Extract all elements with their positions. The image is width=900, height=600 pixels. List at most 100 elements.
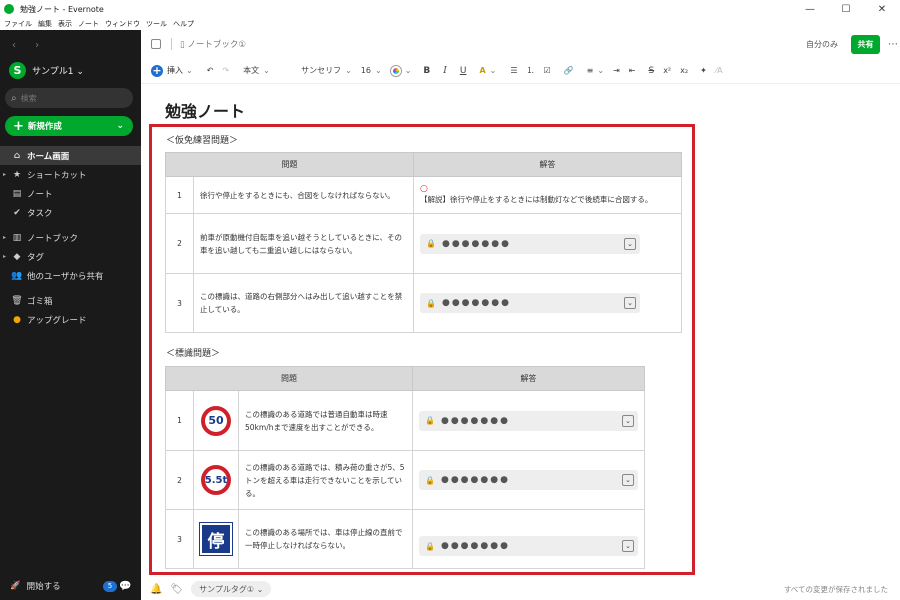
- more-icon[interactable]: ⋯: [888, 39, 898, 50]
- sidebar-item-upgrade[interactable]: ● アップグレード: [0, 310, 141, 329]
- chat-icon[interactable]: 💬: [119, 581, 131, 592]
- sidebar-item-tasks[interactable]: ✔ タスク: [0, 203, 141, 222]
- encrypted-answer[interactable]: 🔒 ●●●●●●● ⌄: [419, 536, 638, 556]
- minimize-icon[interactable]: —: [792, 0, 828, 18]
- strikethrough-button[interactable]: S: [648, 66, 654, 76]
- table-row: 1 50 この標識のある道路では普通自動車は時速50km/hまで速度を出すことが…: [165, 390, 645, 451]
- answer-cell: ○ 【解説】徐行や停止をするときには制動灯などで後続車に合図する。: [413, 176, 682, 214]
- chevron-down-icon[interactable]: ⌄: [622, 540, 634, 552]
- sidebar-nav-tertiary: 🗑 ゴミ箱 ● アップグレード: [0, 291, 141, 329]
- nav-arrows[interactable]: ‹ ›: [12, 40, 47, 51]
- underline-button[interactable]: U: [460, 66, 467, 76]
- menu-window[interactable]: ウィンドウ: [105, 19, 140, 29]
- font-family-select[interactable]: サンセリフ: [301, 65, 352, 76]
- encrypted-answer[interactable]: 🔒 ●●●●●●● ⌄: [419, 470, 638, 490]
- sign-table: 問題 解答 1 50 この標識のある道路では普通自動車は時速50km/hまで速度…: [165, 366, 645, 569]
- note-header: ▯ ノートブック① 自分のみ 共有 ⋯: [141, 30, 900, 58]
- sidebar-item-tags[interactable]: ▸ ◆ タグ: [0, 247, 141, 266]
- caret-right-icon[interactable]: ▸: [3, 171, 6, 178]
- encrypted-answer[interactable]: 🔒 ●●●●●●● ⌄: [419, 410, 638, 431]
- bullet-list-icon[interactable]: ☰: [510, 66, 517, 75]
- sharing-status[interactable]: 自分のみ: [806, 39, 838, 50]
- sidebar-item-label: ホーム画面: [27, 151, 70, 162]
- highlight-button[interactable]: A: [479, 66, 496, 75]
- sidebar-item-shortcuts[interactable]: ▸ ★ ショートカット: [0, 165, 141, 184]
- account-switcher[interactable]: S サンプル1 ⌄: [9, 62, 84, 79]
- caret-right-icon[interactable]: ▸: [3, 253, 6, 260]
- sidebar-item-label: ノートブック: [27, 233, 79, 244]
- sidebar-item-trash[interactable]: 🗑 ゴミ箱: [0, 291, 141, 310]
- tag-chip[interactable]: サンプルタグ① ⌄: [191, 581, 272, 597]
- bold-button[interactable]: B: [423, 66, 430, 76]
- menu-tools[interactable]: ツール: [146, 19, 167, 29]
- chevron-down-icon[interactable]: ⌄: [622, 414, 634, 427]
- maximize-icon[interactable]: ☐: [828, 0, 864, 18]
- undo-icon[interactable]: ↶: [207, 66, 214, 75]
- sidebar-item-notes[interactable]: ▤ ノート: [0, 184, 141, 203]
- text-color-picker[interactable]: [390, 65, 412, 76]
- get-started-label: 開始する: [26, 582, 61, 592]
- menu-view[interactable]: 表示: [58, 19, 72, 29]
- magic-wand-icon[interactable]: ✦: [700, 66, 707, 75]
- align-icon[interactable]: ≡: [587, 66, 604, 75]
- insert-button[interactable]: + 挿入 ⌄: [151, 64, 193, 77]
- table-row: 3 停 この標識のある場所では、車は停止線の直前で一時停止しなければならない。 …: [165, 509, 645, 569]
- sidebar-item-label: 他のユーザから共有: [27, 271, 104, 282]
- font-size-select[interactable]: 16: [361, 66, 382, 75]
- avatar: S: [9, 62, 26, 79]
- encrypted-answer[interactable]: 🔒 ●●●●●●● ⌄: [420, 293, 640, 313]
- sidebar-item-label: タスク: [27, 208, 53, 219]
- table-row: 1 徐行や停止をするときにも、合図をしなければならない。 ○ 【解説】徐行や停止…: [165, 176, 682, 214]
- practice-table: 問題 解答 1 徐行や停止をするときにも、合図をしなければならない。 ○ 【解説…: [165, 152, 682, 333]
- question-cell: この標識のある道路では普通自動車は時速50km/hまで速度を出すことができる。: [238, 390, 413, 451]
- home-icon: ⌂: [13, 150, 21, 161]
- answer-cell: 🔒 ●●●●●●● ⌄: [412, 509, 645, 569]
- sidebar-item-shared[interactable]: 👥 他のユーザから共有: [0, 266, 141, 285]
- chevron-down-icon[interactable]: ⌄: [624, 297, 636, 309]
- search-input[interactable]: [20, 93, 121, 103]
- chevron-down-icon[interactable]: ⌄: [622, 474, 634, 486]
- speed-limit-sign-icon: 50: [201, 405, 231, 436]
- link-icon[interactable]: 🔗: [564, 66, 574, 75]
- expand-icon[interactable]: [151, 39, 161, 49]
- sidebar-item-notebooks[interactable]: ▸ ▥ ノートブック: [0, 228, 141, 247]
- new-note-button[interactable]: + 新規作成 ⌄: [5, 116, 133, 136]
- menu-help[interactable]: ヘルプ: [173, 19, 194, 29]
- clear-format-icon[interactable]: ⁄A: [716, 66, 723, 75]
- notebook-icon: ▥: [12, 232, 22, 243]
- note-title[interactable]: 勉強ノート: [165, 98, 245, 122]
- correct-mark: ○: [420, 184, 428, 194]
- indent-icon[interactable]: ⇥: [613, 66, 620, 75]
- question-cell: この標識のある道路では、積み荷の重さが5、5トンを超える車は走行できないことを示…: [238, 450, 413, 510]
- superscript-button[interactable]: x²: [663, 66, 671, 75]
- italic-button[interactable]: I: [443, 66, 447, 76]
- menu-file[interactable]: ファイル: [4, 19, 32, 29]
- close-icon[interactable]: ✕: [864, 0, 900, 18]
- chevron-down-icon[interactable]: ⌄: [116, 121, 124, 131]
- highlight-icon: A: [479, 66, 486, 75]
- sidebar-item-label: アップグレード: [27, 315, 87, 326]
- add-tag-icon[interactable]: 🏷: [170, 584, 183, 595]
- notebook-link[interactable]: ▯ ノートブック①: [180, 38, 246, 50]
- menu-edit[interactable]: 編集: [38, 19, 52, 29]
- subscript-button[interactable]: x₂: [680, 66, 688, 75]
- redo-icon[interactable]: ↷: [222, 66, 229, 75]
- numbered-list-icon[interactable]: ⒈: [527, 65, 535, 76]
- column-header-answer: 解答: [412, 366, 645, 391]
- sidebar-item-home[interactable]: ⌂ ホーム画面: [0, 146, 141, 165]
- sign-cell: 停: [193, 509, 239, 569]
- row-number: 3: [165, 509, 194, 569]
- get-started[interactable]: 🚀 開始する 5 💬: [0, 576, 141, 596]
- rocket-icon: 🚀: [10, 581, 21, 591]
- encrypted-answer[interactable]: 🔒 ●●●●●●● ⌄: [420, 233, 640, 254]
- paragraph-style-select[interactable]: 本文: [243, 65, 287, 76]
- share-button[interactable]: 共有: [851, 34, 880, 54]
- chevron-down-icon[interactable]: ⌄: [624, 237, 636, 250]
- formatting-toolbar: + 挿入 ⌄ ↶ ↷ 本文 サンセリフ 16 B I U A ☰ ⒈ ☑ 🔗 ≡…: [141, 58, 900, 84]
- search-box[interactable]: ⌕: [5, 88, 133, 108]
- outdent-icon[interactable]: ⇤: [629, 66, 636, 75]
- checklist-icon[interactable]: ☑: [544, 66, 551, 75]
- caret-right-icon[interactable]: ▸: [3, 234, 6, 241]
- menu-note[interactable]: ノート: [78, 19, 99, 29]
- reminder-bell-icon[interactable]: 🔔: [150, 584, 162, 595]
